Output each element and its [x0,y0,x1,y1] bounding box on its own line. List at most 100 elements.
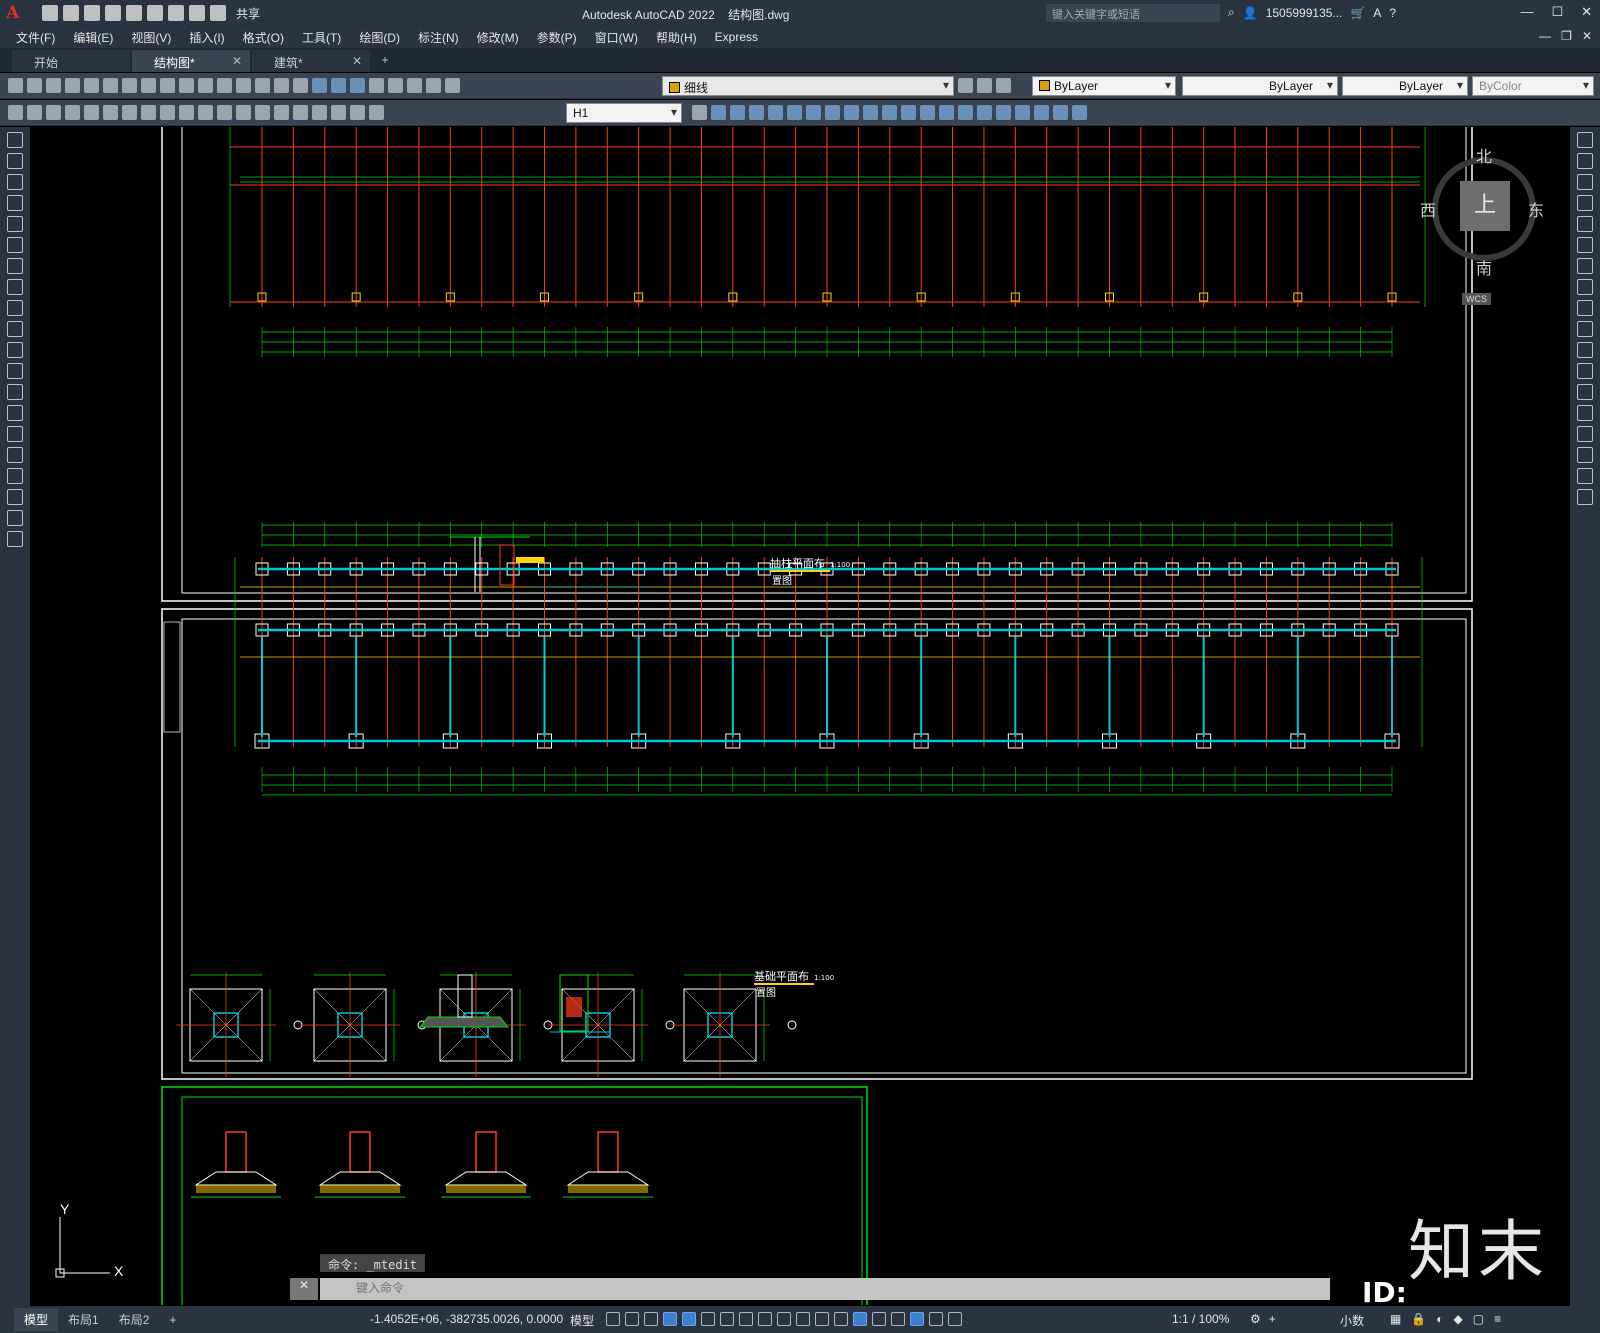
workspace-gear-icon[interactable]: ⚙ [1250,1312,1261,1326]
gizmo-icon[interactable] [891,1312,905,1326]
scale-icon[interactable] [1577,279,1593,295]
plotstyle-dropdown[interactable]: ByColor [1472,76,1594,96]
match-properties-icon[interactable] [179,78,194,93]
arc-icon[interactable] [7,237,23,253]
region-icon[interactable] [7,468,23,484]
ungroup-icon[interactable] [1053,105,1068,120]
customization-menu-icon[interactable]: ≡ [1494,1312,1501,1326]
scale-icon[interactable] [844,105,859,120]
publish-icon[interactable] [103,78,118,93]
dim-space-icon[interactable] [217,105,232,120]
join-icon[interactable] [1577,405,1593,421]
group-icon[interactable] [1034,105,1049,120]
selection-cycling-icon[interactable] [815,1312,829,1326]
new-icon[interactable] [42,5,58,21]
save-web-icon[interactable] [147,5,163,21]
layer-states-icon[interactable] [996,78,1011,93]
dim-linear-icon[interactable] [8,105,23,120]
ortho-icon[interactable] [682,1312,696,1326]
break-icon[interactable] [1577,384,1593,400]
layout-tab-model[interactable]: 模型 [14,1308,59,1331]
sheet-set-icon[interactable] [369,78,384,93]
transparency-icon[interactable] [796,1312,810,1326]
new-icon[interactable] [8,78,23,93]
erase-icon[interactable] [1577,132,1593,148]
print-icon[interactable] [65,78,80,93]
object-snap-tracking-icon[interactable] [739,1312,753,1326]
trim-icon[interactable] [882,105,897,120]
break-icon[interactable] [920,105,935,120]
tab-structure[interactable]: 结构图* ✕ [132,50,250,72]
offset-icon[interactable] [768,105,783,120]
chamfer-icon[interactable] [1577,426,1593,442]
cut-icon[interactable] [122,78,137,93]
cursor-coordinates[interactable]: -1.4052E+06, -382735.0026, 0.0000 [370,1312,563,1326]
compass-north[interactable]: 北 [1476,143,1492,167]
dim-ordinate-icon[interactable] [65,105,80,120]
menu-edit[interactable]: 编辑(E) [73,29,113,46]
undo-icon[interactable] [189,5,205,21]
open-icon[interactable] [63,5,79,21]
menu-tools[interactable]: 工具(T) [302,29,341,46]
menu-express[interactable]: Express [715,30,758,44]
quick-properties-icon[interactable]: ▦ [1390,1312,1401,1326]
menu-parametric[interactable]: 参数(P) [537,29,577,46]
redo-icon[interactable] [210,5,226,21]
array-icon[interactable] [1577,216,1593,232]
inspection-icon[interactable] [293,105,308,120]
design-center-icon[interactable] [331,78,346,93]
close-button[interactable]: ✕ [1581,4,1592,20]
menu-window[interactable]: 窗口(W) [595,29,638,46]
break-at-point-icon[interactable] [1577,363,1593,379]
fillet-icon[interactable] [1577,447,1593,463]
dim-continue-icon[interactable] [198,105,213,120]
grid-icon[interactable] [606,1312,620,1326]
polar-icon[interactable] [701,1312,715,1326]
doc-minimize-button[interactable]: — [1539,29,1551,43]
mirror-icon[interactable] [749,105,764,120]
jogged-linear-icon[interactable] [312,105,327,120]
zoom-realtime-icon[interactable] [255,78,270,93]
lock-ui-icon[interactable]: 🔒 [1411,1312,1426,1326]
user-icon[interactable]: 👤 [1243,6,1258,20]
layout-tab-1[interactable]: 布局1 [58,1308,109,1331]
rotate-icon[interactable] [825,105,840,120]
units-display[interactable]: 小数 [1340,1312,1364,1329]
user-account[interactable]: 1505999135... [1266,6,1343,20]
revision-cloud-icon[interactable] [7,279,23,295]
dimstyle-dropdown[interactable]: H1 [566,103,682,123]
dim-arc-icon[interactable] [46,105,61,120]
search-icon[interactable]: ⌕ [1228,5,1235,20]
selection-filter-icon[interactable] [872,1312,886,1326]
stretch-icon[interactable] [1577,300,1593,316]
menu-file[interactable]: 文件(F) [16,29,55,46]
gradient-icon[interactable] [7,447,23,463]
blend-curves-icon[interactable] [1577,468,1593,484]
markup-icon[interactable] [388,78,403,93]
copy-icon[interactable] [1577,153,1593,169]
lineweight-icon[interactable] [777,1312,791,1326]
dim-break-icon[interactable] [236,105,251,120]
chamfer-icon[interactable] [958,105,973,120]
auto-scale-icon[interactable] [929,1312,943,1326]
point-icon[interactable] [7,405,23,421]
layer-dropdown[interactable]: 细线 [662,76,954,96]
isolate-objects-icon[interactable]: ◐ [1436,1312,1443,1326]
make-block-icon[interactable] [7,384,23,400]
ellipse-arc-icon[interactable] [7,342,23,358]
polyline-icon[interactable] [7,174,23,190]
multiline-text-icon[interactable] [7,510,23,526]
pan-icon[interactable] [236,78,251,93]
array-icon[interactable] [787,105,802,120]
dim-update-icon[interactable] [369,105,384,120]
snap-icon[interactable] [625,1312,639,1326]
command-line-close-icon[interactable]: ✕ [290,1278,318,1300]
menu-format[interactable]: 格式(O) [243,29,284,46]
block-icon[interactable] [1072,105,1087,120]
help-icon[interactable]: ? [1389,6,1396,20]
isometric-icon[interactable] [720,1312,734,1326]
mirror-icon[interactable] [1577,174,1593,190]
add-layout-button[interactable]: + [159,1310,186,1330]
linetype-dropdown[interactable]: ByLayer [1182,76,1338,96]
maximize-button[interactable]: ☐ [1551,4,1563,20]
